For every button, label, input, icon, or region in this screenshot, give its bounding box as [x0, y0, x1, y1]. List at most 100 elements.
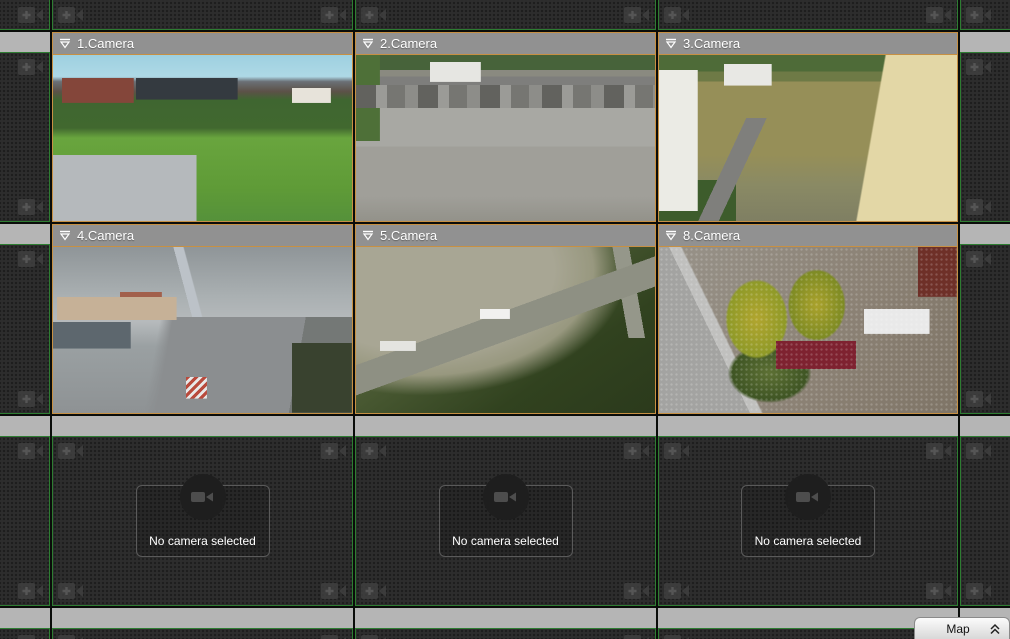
- empty-tile[interactable]: [960, 0, 1010, 30]
- empty-tile[interactable]: [0, 224, 50, 414]
- add-camera-icon[interactable]: [17, 57, 45, 77]
- empty-tile[interactable]: No camera selected: [355, 416, 656, 606]
- tile-drop-area[interactable]: [960, 244, 1010, 414]
- filter-icon[interactable]: [362, 38, 374, 50]
- filter-icon[interactable]: [362, 230, 374, 242]
- add-camera-icon[interactable]: [17, 633, 45, 639]
- empty-tile[interactable]: No camera selected: [658, 416, 958, 606]
- tile-drop-area[interactable]: [658, 0, 958, 30]
- empty-tile[interactable]: [658, 608, 958, 639]
- camera-tile-header[interactable]: 2.Camera: [356, 33, 655, 55]
- camera-tile-8[interactable]: 8.Camera: [658, 224, 958, 414]
- empty-tile[interactable]: [355, 0, 656, 30]
- add-camera-icon[interactable]: [57, 441, 85, 461]
- filter-icon[interactable]: [665, 230, 677, 242]
- camera-tile-3[interactable]: 3.Camera: [658, 32, 958, 222]
- add-camera-icon[interactable]: [623, 441, 651, 461]
- add-camera-icon[interactable]: [360, 633, 388, 639]
- add-camera-icon[interactable]: [965, 197, 993, 217]
- add-camera-icon[interactable]: [17, 581, 45, 601]
- tile-drop-area[interactable]: [0, 436, 50, 606]
- tile-drop-area[interactable]: [355, 628, 656, 639]
- empty-tile[interactable]: [0, 32, 50, 222]
- filter-icon[interactable]: [59, 230, 71, 242]
- grid-cell: [52, 0, 353, 30]
- empty-tile[interactable]: [658, 0, 958, 30]
- add-camera-icon[interactable]: [320, 581, 348, 601]
- tile-drop-area[interactable]: [52, 0, 353, 30]
- add-camera-icon[interactable]: [57, 581, 85, 601]
- camera-video[interactable]: [356, 247, 655, 413]
- add-camera-icon[interactable]: [320, 633, 348, 639]
- add-camera-icon[interactable]: [925, 441, 953, 461]
- tile-drop-area[interactable]: No camera selected: [355, 436, 656, 606]
- camera-tile-1[interactable]: 1.Camera: [52, 32, 353, 222]
- camera-tile-header[interactable]: 4.Camera: [53, 225, 352, 247]
- add-camera-icon[interactable]: [17, 249, 45, 269]
- camera-tile-header[interactable]: 8.Camera: [659, 225, 957, 247]
- add-camera-icon[interactable]: [17, 389, 45, 409]
- add-camera-icon[interactable]: [623, 5, 651, 25]
- add-camera-icon[interactable]: [925, 581, 953, 601]
- empty-tile[interactable]: No camera selected: [52, 416, 353, 606]
- add-camera-icon[interactable]: [360, 581, 388, 601]
- add-camera-icon[interactable]: [623, 581, 651, 601]
- tile-drop-area[interactable]: [355, 0, 656, 30]
- tile-drop-area[interactable]: [0, 628, 50, 639]
- camera-tile-5[interactable]: 5.Camera: [355, 224, 656, 414]
- empty-tile[interactable]: [960, 32, 1010, 222]
- empty-tile[interactable]: [960, 224, 1010, 414]
- filter-icon[interactable]: [665, 38, 677, 50]
- empty-tile[interactable]: [0, 608, 50, 639]
- add-camera-icon[interactable]: [17, 197, 45, 217]
- camera-video[interactable]: [53, 55, 352, 221]
- camera-video[interactable]: [356, 55, 655, 221]
- empty-tile[interactable]: [52, 608, 353, 639]
- add-camera-icon[interactable]: [965, 57, 993, 77]
- camera-tile-4[interactable]: 4.Camera: [52, 224, 353, 414]
- camera-tile-header[interactable]: 1.Camera: [53, 33, 352, 55]
- add-camera-icon[interactable]: [965, 5, 993, 25]
- camera-tile-header[interactable]: 5.Camera: [356, 225, 655, 247]
- add-camera-icon[interactable]: [320, 5, 348, 25]
- camera-video[interactable]: [659, 247, 957, 413]
- camera-tile-header[interactable]: 3.Camera: [659, 33, 957, 55]
- add-camera-icon[interactable]: [965, 249, 993, 269]
- tile-drop-area[interactable]: [960, 52, 1010, 222]
- add-camera-icon[interactable]: [965, 389, 993, 409]
- add-camera-icon[interactable]: [320, 441, 348, 461]
- tile-drop-area[interactable]: [0, 244, 50, 414]
- empty-tile[interactable]: [355, 608, 656, 639]
- tile-drop-area[interactable]: [960, 436, 1010, 606]
- camera-video[interactable]: [53, 247, 352, 413]
- add-camera-icon[interactable]: [925, 5, 953, 25]
- add-camera-icon[interactable]: [360, 5, 388, 25]
- add-camera-icon[interactable]: [663, 581, 691, 601]
- add-camera-icon[interactable]: [965, 441, 993, 461]
- add-camera-icon[interactable]: [360, 441, 388, 461]
- add-camera-icon[interactable]: [57, 5, 85, 25]
- tile-drop-area[interactable]: [0, 52, 50, 222]
- empty-tile[interactable]: [0, 416, 50, 606]
- map-panel-button[interactable]: Map: [914, 617, 1010, 639]
- add-camera-icon[interactable]: [663, 5, 691, 25]
- camera-tile-2[interactable]: 2.Camera: [355, 32, 656, 222]
- tile-drop-area[interactable]: [658, 628, 958, 639]
- empty-tile[interactable]: [0, 0, 50, 30]
- add-camera-icon[interactable]: [17, 5, 45, 25]
- add-camera-icon[interactable]: [965, 581, 993, 601]
- add-camera-icon[interactable]: [17, 441, 45, 461]
- add-camera-icon[interactable]: [623, 633, 651, 639]
- camera-video[interactable]: [659, 55, 957, 221]
- tile-drop-area[interactable]: No camera selected: [52, 436, 353, 606]
- add-camera-icon[interactable]: [57, 633, 85, 639]
- tile-drop-area[interactable]: [960, 0, 1010, 30]
- tile-drop-area[interactable]: [0, 0, 50, 30]
- empty-tile[interactable]: [52, 0, 353, 30]
- tile-drop-area[interactable]: No camera selected: [658, 436, 958, 606]
- add-camera-icon[interactable]: [663, 441, 691, 461]
- tile-drop-area[interactable]: [52, 628, 353, 639]
- filter-icon[interactable]: [59, 38, 71, 50]
- add-camera-icon[interactable]: [663, 633, 691, 639]
- empty-tile[interactable]: [960, 416, 1010, 606]
